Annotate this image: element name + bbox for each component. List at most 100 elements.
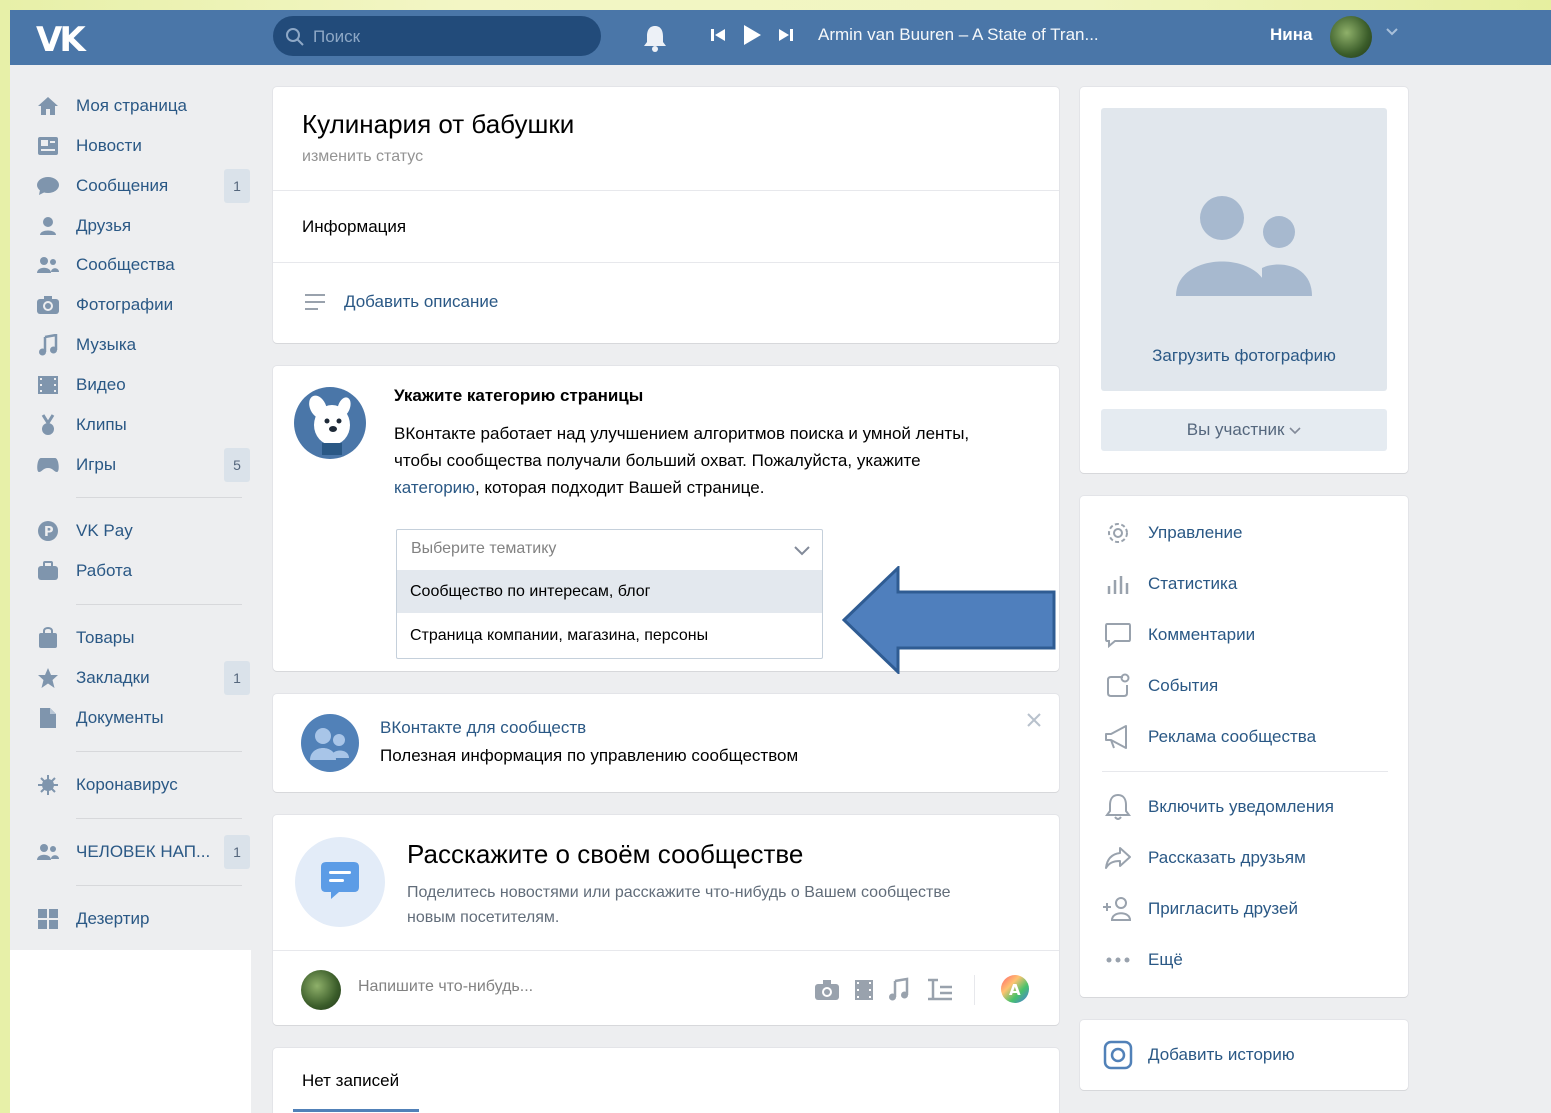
select-option-interest-blog[interactable]: Сообщество по интересам, блог (397, 570, 822, 613)
story-camera-icon (1102, 1040, 1134, 1070)
avatar (301, 970, 341, 1010)
search-icon (286, 28, 304, 46)
search-input[interactable]: Поиск (273, 16, 601, 56)
post-input[interactable]: Напишите что-нибудь... (358, 978, 533, 996)
sidebar-item-communities[interactable]: Сообщества (36, 250, 251, 280)
category-select[interactable]: Выберите тематику Сообщество по интереса… (396, 529, 823, 659)
search-placeholder: Поиск (313, 27, 361, 46)
sidebar-item-bookmarks[interactable]: Закладки 1 (36, 661, 251, 695)
camera-icon[interactable] (814, 979, 840, 1001)
close-icon[interactable] (1026, 712, 1042, 728)
select-option-company-page[interactable]: Страница компании, магазина, персоны (397, 614, 822, 657)
sidebar-item-news[interactable]: Новости (36, 131, 251, 161)
sidebar-item-clips[interactable]: Клипы (36, 410, 251, 440)
sidebar-item-label: Моя страница (76, 96, 188, 115)
vk-logo[interactable]: VK (36, 20, 86, 60)
action-label: Включить уведомления (1148, 797, 1334, 816)
description-lines-icon (305, 294, 325, 310)
community-header-card: Кулинария от бабушки изменить статус Инф… (273, 87, 1059, 343)
user-name[interactable]: Нина (1270, 25, 1312, 45)
poster-color-icon[interactable]: A (1000, 974, 1030, 1004)
menu-divider (76, 885, 242, 886)
sidebar-item-photos[interactable]: Фотографии (36, 290, 251, 320)
action-label: Управление (1148, 523, 1243, 542)
action-enable-notifications[interactable]: Включить уведомления (1102, 792, 1334, 822)
vk-for-communities-subtitle: Полезная информация по управлению сообще… (380, 746, 799, 765)
previous-track-icon[interactable] (710, 27, 726, 43)
sidebar-item-coronavirus[interactable]: Коронавирус (36, 770, 251, 800)
clips-icon (36, 413, 60, 437)
annotation-arrow (842, 566, 1056, 674)
community-actions-card: Управление Статистика Комментарии Событи… (1080, 496, 1408, 997)
wall-card: Нет записей (273, 1048, 1059, 1113)
left-menu-bottom-bg (10, 950, 251, 1113)
action-advertising[interactable]: Реклама сообщества (1102, 722, 1316, 752)
upload-photo-label[interactable]: Загрузить фотографию (1101, 346, 1387, 366)
camera-icon (36, 293, 60, 317)
action-events[interactable]: События (1102, 671, 1218, 701)
play-icon[interactable] (742, 24, 762, 46)
music-icon (36, 333, 60, 357)
action-comments[interactable]: Комментарии (1102, 620, 1255, 650)
category-description: ВКонтакте работает над улучшением алгори… (394, 420, 994, 501)
user-avatar[interactable] (1330, 16, 1372, 58)
sidebar-item-goods[interactable]: Товары (36, 623, 251, 653)
counter-badge: 5 (224, 448, 250, 482)
sidebar-item-music[interactable]: Музыка (36, 330, 251, 360)
sidebar-item-group[interactable]: ЧЕЛОВЕК НАП... 1 (36, 835, 251, 869)
divider (273, 950, 1059, 951)
action-manage[interactable]: Управление (1102, 518, 1243, 548)
category-text-before: ВКонтакте работает над улучшением алгори… (394, 424, 970, 470)
stats-icon (1102, 572, 1134, 596)
vk-for-communities-link[interactable]: ВКонтакте для сообществ (380, 718, 586, 738)
top-bar: VK Поиск Armin van Buuren – A State of T… (10, 10, 1551, 65)
sidebar-item-label: VK Pay (76, 521, 133, 540)
sidebar-item-video[interactable]: Видео (36, 370, 251, 400)
svg-text:P: P (44, 525, 54, 540)
upload-photo-area[interactable]: Загрузить фотографию (1101, 108, 1387, 391)
virus-icon (36, 773, 60, 797)
add-story-button[interactable]: Добавить историю (1102, 1040, 1295, 1070)
counter-badge: 1 (224, 169, 250, 203)
sidebar-item-my-page[interactable]: Моя страница (36, 91, 251, 121)
text-format-icon[interactable] (926, 977, 954, 1001)
sidebar-item-label: Закладки (76, 668, 150, 687)
communities-info-icon (301, 714, 359, 772)
music-icon[interactable] (888, 977, 910, 1001)
sidebar-item-documents[interactable]: Документы (36, 703, 251, 733)
sidebar-item-friends[interactable]: Друзья (36, 211, 251, 241)
chevron-down-icon (794, 546, 810, 556)
action-label: События (1148, 676, 1219, 695)
communities-icon (36, 253, 60, 277)
sidebar-item-app[interactable]: Дезертир (36, 904, 251, 934)
chevron-down-icon[interactable] (1385, 27, 1399, 37)
chat-bubble-icon (295, 837, 385, 927)
vk-for-communities-card: ВКонтакте для сообществ Полезная информа… (273, 694, 1059, 792)
action-tell-friends[interactable]: Рассказать друзьям (1102, 843, 1306, 873)
tell-subtitle: Поделитесь новостями или расскажите что-… (407, 884, 951, 926)
member-button[interactable]: Вы участник (1101, 409, 1387, 451)
add-story-label: Добавить историю (1148, 1045, 1295, 1064)
sidebar-item-messages[interactable]: Сообщения 1 (36, 169, 251, 203)
change-status-link[interactable]: изменить статус (302, 148, 423, 166)
action-more[interactable]: Ещё (1102, 945, 1183, 975)
add-description-link[interactable]: Добавить описание (344, 292, 498, 312)
next-track-icon[interactable] (778, 27, 794, 43)
member-button-label: Вы участник (1186, 420, 1285, 439)
action-statistics[interactable]: Статистика (1102, 569, 1237, 599)
now-playing-track[interactable]: Armin van Buuren – A State of Tran... (818, 25, 1099, 45)
sidebar-item-label: Видео (76, 375, 126, 394)
notifications-bell-icon[interactable] (642, 24, 668, 52)
star-icon (36, 666, 60, 690)
video-icon[interactable] (854, 979, 874, 1001)
audio-player (710, 24, 794, 46)
divider (273, 190, 1059, 191)
sidebar-item-vkpay[interactable]: P VK Pay (36, 516, 251, 546)
sidebar-item-label: Коронавирус (76, 775, 178, 794)
sidebar-item-work[interactable]: Работа (36, 556, 251, 586)
sidebar-item-label: Фотографии (76, 295, 174, 314)
action-invite-friends[interactable]: Пригласить друзей (1102, 894, 1298, 924)
category-link[interactable]: категорию (394, 478, 475, 497)
tell-title: Расскажите о своём сообществе (407, 839, 804, 869)
sidebar-item-games[interactable]: Игры 5 (36, 448, 251, 482)
